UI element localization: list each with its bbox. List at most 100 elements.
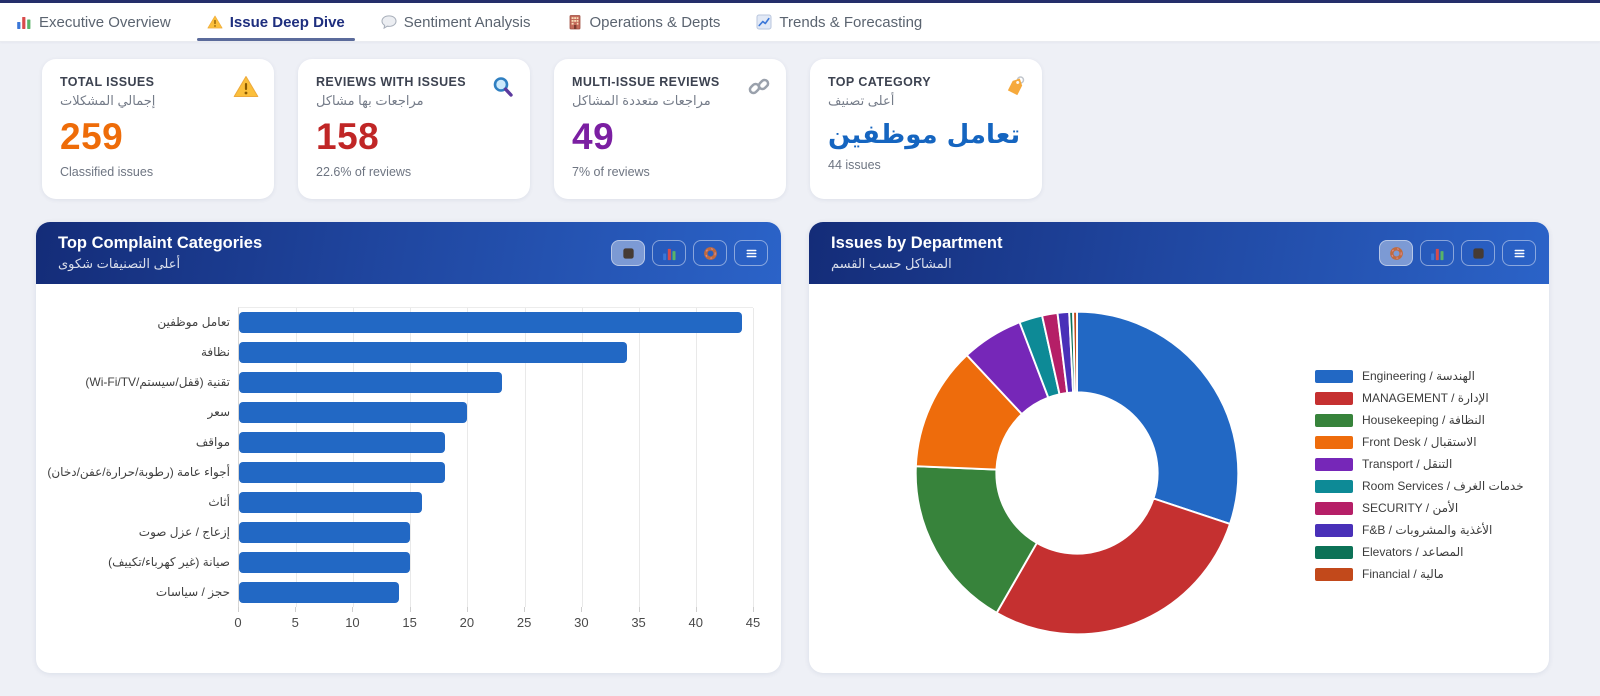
square-icon: [621, 246, 636, 261]
chart-toolbar-bar-chart-button[interactable]: [1420, 240, 1454, 266]
kpi-card-multi-issue-reviews: MULTI-ISSUE REVIEWS مراجعات متعددة المشاك…: [554, 59, 786, 199]
bar-category-label: نظافة: [200, 345, 230, 359]
kpi-value: تعامل موظفين: [828, 120, 1021, 150]
legend-label: Housekeeping / النظافة: [1362, 413, 1486, 427]
complaint-bar[interactable]: [239, 461, 445, 483]
tab-issue-deep-dive[interactable]: Issue Deep Dive: [196, 3, 355, 41]
bar-category-label: أجواء عامة (رطوبة/حرارة/عفن/دخان): [47, 465, 230, 479]
legend-item[interactable]: SECURITY / الأمن: [1315, 501, 1524, 515]
tab-label: Trends & Forecasting: [779, 13, 923, 31]
legend-item[interactable]: Elevators / المصاعد: [1315, 545, 1524, 559]
legend-item[interactable]: Engineering / الهندسة: [1315, 369, 1524, 383]
tab-executive-overview[interactable]: Executive Overview: [16, 3, 171, 41]
tab-operations-depts[interactable]: Operations & Depts: [567, 3, 721, 41]
donut-slice-engineering[interactable]: Engineering / الهندسة: 78: [1076, 310, 1240, 526]
kpi-label-arabic: إجمالي المشكلات: [60, 93, 156, 108]
chart-toolbar-menu-button[interactable]: [734, 240, 768, 266]
x-tick-mark: [753, 607, 754, 612]
tab-label: Operations & Depts: [589, 13, 721, 31]
kpi-caption: 22.6% of reviews: [316, 165, 412, 179]
bar-row: [239, 338, 753, 368]
legend-label: Financial / مالية: [1362, 567, 1444, 581]
tab-sentiment-analysis[interactable]: Sentiment Analysis: [381, 3, 531, 41]
kpi-label: REVIEWS WITH ISSUES: [316, 75, 466, 89]
complaint-bar[interactable]: [239, 521, 411, 543]
bar-row: [239, 398, 753, 428]
complaint-bar[interactable]: [239, 372, 502, 394]
panel-header: Top Complaint Categories أعلى التصنيفات …: [36, 222, 781, 284]
warning-icon: [233, 75, 259, 98]
chart-toolbar-square-button[interactable]: [1461, 240, 1495, 266]
legend-item[interactable]: Housekeeping / النظافة: [1315, 413, 1524, 427]
kpi-value: 49: [572, 116, 615, 157]
legend-swatch: [1315, 523, 1353, 537]
panel-subtitle-arabic: المشاكل حسب القسم: [831, 256, 952, 271]
kpi-card-reviews-with-issues: REVIEWS WITH ISSUES مراجعات بها مشاكل 158 2…: [298, 59, 530, 199]
link-icon: [747, 75, 771, 99]
speech-bubble-icon: [381, 15, 397, 29]
complaint-bar[interactable]: [239, 491, 422, 513]
x-tick-label: 0: [234, 615, 242, 630]
complaint-bar[interactable]: [239, 551, 411, 573]
kpi-label: TOP CATEGORY: [828, 75, 931, 89]
trend-chart-icon: [756, 14, 772, 30]
legend-item[interactable]: Transport / التنقل: [1315, 457, 1524, 471]
donut-chart: Engineering / الهندسة: 78MANAGEMENT / ال…: [809, 284, 1549, 673]
chart-toolbar-donut-button[interactable]: [693, 240, 727, 266]
legend-item[interactable]: Financial / مالية: [1315, 567, 1524, 581]
x-tick-mark: [581, 607, 583, 612]
bar-chart-x-axis: 0 5 10 15 20 25 30 35 40 45: [234, 607, 760, 637]
legend-swatch: [1315, 369, 1353, 383]
x-tick-label: 5: [291, 615, 299, 630]
legend-swatch: [1315, 457, 1353, 471]
chart-toolbar-bar-chart-button[interactable]: [652, 240, 686, 266]
bar-chart-icon: [16, 14, 32, 30]
bar-row: [239, 547, 753, 577]
legend-item[interactable]: Front Desk / الاستقبال: [1315, 435, 1524, 449]
tag-icon: [1003, 75, 1027, 99]
panel-issues-by-department: Issues by Department المشاكل حسب القسم E…: [809, 222, 1549, 673]
legend-item[interactable]: F&B / الأغذية والمشروبات: [1315, 523, 1524, 537]
bar-chart-plot-area: 0 5 10 15 20 25 30 35 40 45: [234, 307, 760, 637]
legend-label: Front Desk / الاستقبال: [1362, 435, 1477, 449]
legend-swatch: [1315, 567, 1353, 581]
chart-toolbar-menu-button[interactable]: [1502, 240, 1536, 266]
x-tick-label: 20: [459, 615, 475, 630]
menu-icon: [1512, 246, 1527, 261]
building-icon: [567, 14, 583, 30]
bar-category-label: تقنية (قفل/سيستم/Wi-Fi/TV): [85, 375, 230, 389]
menu-icon: [744, 246, 759, 261]
complaint-bar[interactable]: [239, 402, 468, 424]
legend-swatch: [1315, 413, 1353, 427]
legend-swatch: [1315, 435, 1353, 449]
legend-label: Engineering / الهندسة: [1362, 369, 1475, 383]
legend-item[interactable]: Room Services / خدمات الغرف: [1315, 479, 1524, 493]
complaint-bar[interactable]: [239, 342, 628, 364]
magnifier-icon: [491, 75, 515, 99]
complaint-bar[interactable]: [239, 581, 399, 603]
tab-label: Sentiment Analysis: [403, 13, 531, 31]
tab-label: Executive Overview: [39, 13, 171, 31]
bar-category-label: أثاث: [208, 495, 230, 509]
legend-label: MANAGEMENT / الإدارة: [1362, 391, 1489, 405]
complaint-bar[interactable]: [239, 312, 742, 334]
chart-toolbar-donut-button[interactable]: [1379, 240, 1413, 266]
tab-trends-forecasting[interactable]: Trends & Forecasting: [756, 3, 922, 41]
warning-icon: [207, 15, 223, 29]
kpi-caption: Classified issues: [60, 165, 154, 179]
x-tick-mark: [466, 607, 468, 612]
x-tick-mark: [409, 607, 411, 612]
kpi-card-total-issues: TOTAL ISSUES إجمالي المشكلات 259 Classified…: [42, 59, 274, 199]
chart-toolbar-square-button[interactable]: [611, 240, 645, 266]
complaint-bar[interactable]: [239, 432, 445, 454]
tab-bar: Executive Overview Issue Deep Dive Sentime…: [0, 3, 1600, 42]
bar-row: [239, 487, 753, 517]
kpi-caption: 44 issues: [828, 158, 881, 172]
bar-chart: تعامل موظفين نظافة تقنية (قفل/سيستم/Wi-Fi/…: [36, 284, 781, 637]
bar-chart-rows: [239, 308, 753, 607]
kpi-value: 259: [60, 116, 124, 157]
bar-category-label: حجز / سياسات: [155, 585, 230, 599]
donut-slice-management[interactable]: MANAGEMENT / الإدارة: 73: [995, 497, 1232, 636]
legend-item[interactable]: MANAGEMENT / الإدارة: [1315, 391, 1524, 405]
x-tick-label: 15: [402, 615, 417, 630]
